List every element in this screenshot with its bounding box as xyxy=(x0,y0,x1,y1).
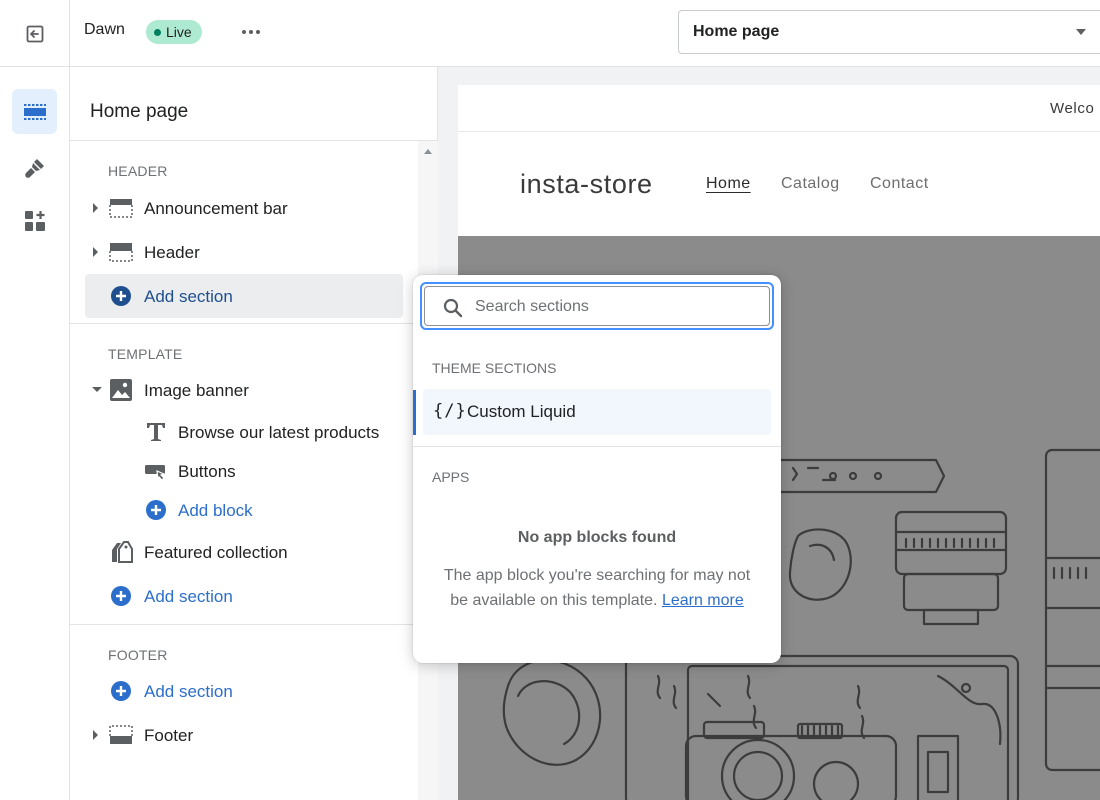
theme-sections-label: THEME SECTIONS xyxy=(432,360,557,376)
section-option-label: Custom Liquid xyxy=(467,402,576,421)
status-badge: Live xyxy=(146,20,202,44)
footer-add-section-button[interactable]: Add section xyxy=(85,671,403,711)
search-icon xyxy=(443,298,463,318)
divider xyxy=(70,140,438,141)
exit-button[interactable] xyxy=(0,0,70,67)
paint-brush-icon xyxy=(24,158,44,178)
section-label: Footer xyxy=(144,726,194,745)
page-selector[interactable]: Home page xyxy=(678,10,1100,54)
section-label: Featured collection xyxy=(144,543,288,562)
template-add-section-button[interactable]: Add section xyxy=(85,576,403,616)
footer-group-label: FOOTER xyxy=(108,647,168,663)
nav-link-catalog[interactable]: Catalog xyxy=(781,175,840,193)
empty-state-title: No app blocks found xyxy=(517,529,677,546)
divider xyxy=(70,624,418,625)
search-sections-field[interactable]: Search sections xyxy=(420,282,774,330)
empty-state-body: The app block you're searching for may n… xyxy=(441,563,753,613)
announcement-text: Welco xyxy=(1050,100,1095,117)
announcement-bar-icon xyxy=(109,199,133,218)
block-label: Buttons xyxy=(178,462,236,481)
plus-circle-icon xyxy=(111,681,131,701)
header-group-label: HEADER xyxy=(108,163,168,179)
image-icon xyxy=(110,379,132,401)
section-featured-collection[interactable]: Featured collection xyxy=(85,532,403,572)
sections-nav-button[interactable] xyxy=(12,89,57,134)
status-badge-label: Live xyxy=(166,24,192,40)
nav-rail xyxy=(0,67,70,800)
nav-link-home[interactable]: Home xyxy=(706,175,751,193)
add-block-label: Add block xyxy=(178,501,253,520)
divider xyxy=(70,323,418,324)
top-bar: Dawn Live Home page xyxy=(0,0,1100,67)
section-label: Image banner xyxy=(144,381,249,400)
plus-circle-icon xyxy=(111,586,131,606)
dot-icon xyxy=(242,30,246,34)
more-actions-button[interactable] xyxy=(236,20,266,44)
chevron-right-icon[interactable] xyxy=(93,730,98,740)
search-placeholder: Search sections xyxy=(475,298,589,315)
add-section-label: Add section xyxy=(144,682,233,701)
page-selector-value: Home page xyxy=(693,23,780,40)
apps-label: APPS xyxy=(432,469,470,485)
announcement-bar[interactable]: Welco xyxy=(458,85,1100,132)
section-footer[interactable]: Footer xyxy=(85,715,403,755)
button-icon xyxy=(145,465,166,481)
learn-more-link[interactable]: Learn more xyxy=(662,592,744,609)
add-section-label: Add section xyxy=(144,287,233,306)
chevron-right-icon[interactable] xyxy=(93,203,98,213)
dot-icon xyxy=(249,30,253,34)
sidebar-title: Home page xyxy=(90,101,189,122)
block-buttons[interactable]: Buttons xyxy=(85,451,403,491)
header-add-section-button[interactable]: Add section xyxy=(85,274,403,318)
apps-icon xyxy=(24,210,45,231)
plus-circle-icon xyxy=(111,286,131,306)
tag-collection-icon xyxy=(112,541,133,563)
theme-name: Dawn xyxy=(84,21,125,38)
sections-icon xyxy=(23,103,46,120)
chevron-down-icon xyxy=(1076,29,1086,35)
code-icon: {/} xyxy=(433,401,467,421)
add-section-label: Add section xyxy=(144,587,233,606)
template-group-label: TEMPLATE xyxy=(108,346,183,362)
section-option-custom-liquid[interactable]: {/} Custom Liquid xyxy=(423,389,771,435)
theme-settings-nav-button[interactable] xyxy=(12,145,57,190)
block-label: Browse our latest products xyxy=(178,423,380,442)
add-block-button[interactable]: Add block xyxy=(85,490,403,530)
header-section-icon xyxy=(109,243,133,262)
divider xyxy=(413,446,781,447)
scroll-up-icon[interactable] xyxy=(424,149,432,154)
sections-sidebar: Home page HEADER Announcement bar Header… xyxy=(70,67,438,800)
section-announcement-bar[interactable]: Announcement bar xyxy=(85,188,403,228)
store-logo[interactable]: insta-store xyxy=(520,169,653,200)
section-image-banner[interactable]: Image banner xyxy=(85,370,403,410)
text-icon xyxy=(147,423,165,441)
app-embeds-nav-button[interactable] xyxy=(12,198,57,243)
section-header[interactable]: Header xyxy=(85,232,403,272)
search-input[interactable]: Search sections xyxy=(424,286,770,326)
dot-icon xyxy=(256,30,260,34)
plus-circle-icon xyxy=(146,500,166,520)
chevron-right-icon[interactable] xyxy=(93,247,98,257)
footer-section-icon xyxy=(109,725,133,744)
nav-link-contact[interactable]: Contact xyxy=(870,175,929,193)
block-heading[interactable]: Browse our latest products xyxy=(85,412,403,452)
exit-icon xyxy=(26,25,43,42)
add-section-popover: Search sections THEME SECTIONS {/} Custo… xyxy=(413,275,781,663)
live-dot-icon xyxy=(154,28,161,36)
selection-indicator xyxy=(413,390,416,435)
chevron-down-icon[interactable] xyxy=(92,387,102,392)
section-label: Header xyxy=(144,243,200,262)
section-label: Announcement bar xyxy=(144,199,288,218)
